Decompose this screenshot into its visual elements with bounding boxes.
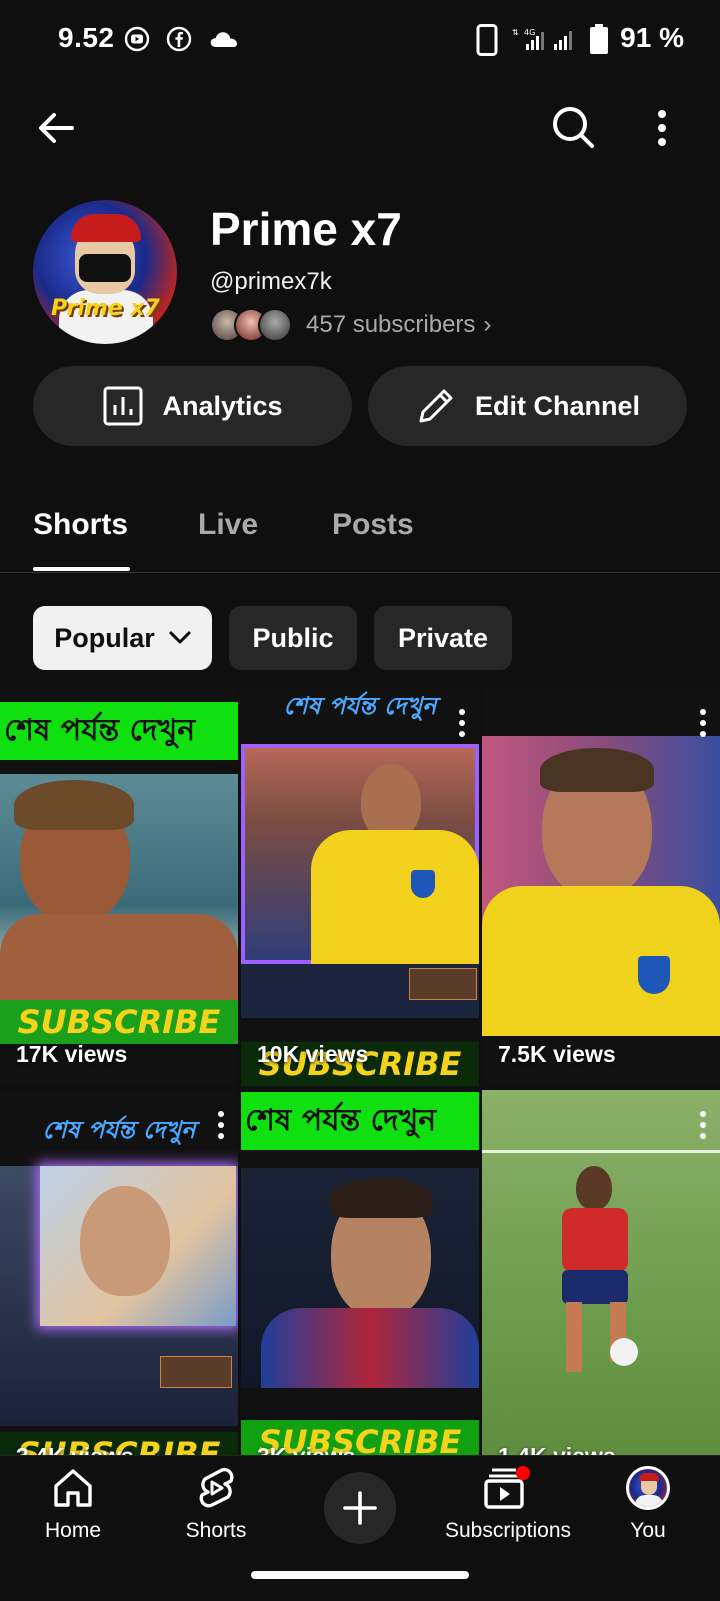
channel-handle: @primex7k bbox=[210, 268, 332, 295]
short-thumbnail[interactable]: শেষ পর্যন্ত দেখুন SUBSCRIBE 10K views bbox=[241, 688, 479, 1086]
thumbnail-image bbox=[0, 774, 238, 1004]
tabs-divider bbox=[0, 572, 720, 573]
subscriptions-icon bbox=[484, 1466, 530, 1509]
svg-text:4G: 4G bbox=[524, 28, 535, 37]
thumbnail-image bbox=[482, 736, 720, 1036]
edit-channel-button[interactable]: Edit Channel bbox=[368, 366, 687, 446]
analytics-label: Analytics bbox=[162, 390, 283, 421]
tab-shorts[interactable]: Shorts bbox=[33, 508, 128, 542]
svg-text:⇅: ⇅ bbox=[512, 28, 519, 37]
nav-subscriptions-label: Subscriptions bbox=[444, 1519, 572, 1542]
thumbnail-banner: শেষ পর্যন্ত দেখুন bbox=[283, 692, 437, 720]
tab-live[interactable]: Live bbox=[198, 508, 258, 542]
pencil-icon bbox=[419, 389, 453, 423]
view-count: 10K views bbox=[257, 1041, 369, 1067]
short-thumbnail[interactable]: 7.5K views bbox=[482, 688, 720, 1086]
nav-you[interactable]: You bbox=[578, 1466, 718, 1543]
create-button[interactable] bbox=[324, 1472, 396, 1544]
edit-channel-label: Edit Channel bbox=[474, 390, 640, 421]
more-options-icon[interactable] bbox=[457, 708, 467, 738]
channel-avatar[interactable]: Prime x7 bbox=[33, 200, 177, 344]
create-icon bbox=[343, 1491, 377, 1525]
view-count: 7.5K views bbox=[498, 1041, 616, 1067]
status-bar: 9.52 ⇅ 4G 91 % bbox=[0, 0, 720, 80]
chip-popular-label: Popular bbox=[54, 622, 155, 653]
more-options-icon[interactable] bbox=[216, 1110, 226, 1140]
nav-you-label: You bbox=[630, 1519, 666, 1542]
thumbnail-image bbox=[0, 1166, 238, 1426]
more-options-icon[interactable] bbox=[698, 708, 708, 738]
battery-icon bbox=[590, 24, 608, 54]
nav-subscriptions[interactable]: Subscriptions bbox=[438, 1466, 578, 1543]
cloud-icon bbox=[210, 32, 237, 47]
subscribers-link[interactable]: 457 subscribers › bbox=[210, 308, 492, 342]
signal-4g-icon: ⇅ 4G bbox=[512, 28, 544, 50]
home-icon bbox=[54, 1469, 92, 1507]
short-thumbnail[interactable]: শেষ পর্যন্ত দেখুন SUBSCRIBE 3.4K views bbox=[0, 1090, 238, 1488]
subscriber-avatar bbox=[258, 308, 292, 342]
thumbnail-overlay-text: SUBSCRIBE bbox=[0, 1000, 238, 1044]
back-arrow-icon[interactable] bbox=[34, 106, 78, 150]
phone-vibrate-icon bbox=[476, 24, 498, 56]
active-tab-indicator bbox=[33, 567, 130, 571]
nav-home[interactable]: Home bbox=[3, 1466, 143, 1543]
analytics-button[interactable]: Analytics bbox=[33, 366, 352, 446]
thumbnail-banner: শেষ পর্যন্ত দেখুন bbox=[0, 702, 238, 760]
more-options-icon[interactable] bbox=[698, 1110, 708, 1140]
nav-shorts-label: Shorts bbox=[185, 1519, 247, 1542]
chip-public[interactable]: Public bbox=[229, 606, 357, 670]
short-thumbnail[interactable]: শেষ পর্যন্ত দেখুন SUBSCRIBE 17K views bbox=[0, 688, 238, 1086]
search-icon[interactable] bbox=[550, 104, 596, 150]
avatar bbox=[626, 1466, 670, 1510]
subscriber-count: 457 subscribers bbox=[306, 311, 476, 338]
nav-home-label: Home bbox=[44, 1519, 102, 1542]
chevron-right-icon: › bbox=[483, 311, 492, 338]
tab-posts[interactable]: Posts bbox=[332, 508, 414, 542]
short-thumbnail[interactable]: শেষ পর্যন্ত দেখুন SUBSCRIBE 3K views bbox=[241, 1090, 479, 1488]
thumbnail-banner: শেষ পর্যন্ত দেখুন bbox=[241, 1092, 479, 1150]
bottom-navigation: Home Shorts Subscriptions You bbox=[0, 1455, 720, 1601]
facebook-notification-icon bbox=[166, 26, 192, 52]
short-thumbnail[interactable]: 1.4K views bbox=[482, 1090, 720, 1488]
chip-private[interactable]: Private bbox=[374, 606, 512, 670]
thumbnail-banner: শেষ পর্যন্ত দেখুন bbox=[42, 1116, 196, 1144]
chip-popular[interactable]: Popular bbox=[33, 606, 212, 670]
battery-level: 91 % bbox=[620, 22, 684, 53]
shorts-icon bbox=[199, 1467, 234, 1508]
thumbnail-image bbox=[241, 1168, 479, 1388]
chevron-down-icon bbox=[169, 631, 191, 644]
status-time: 9.52 bbox=[58, 22, 115, 53]
nav-shorts[interactable]: Shorts bbox=[146, 1466, 286, 1543]
channel-name: Prime x7 bbox=[210, 203, 402, 255]
notification-dot bbox=[516, 1466, 530, 1480]
thumbnail-image bbox=[482, 1090, 720, 1488]
youtube-notification-icon bbox=[124, 26, 150, 52]
view-count: 17K views bbox=[16, 1041, 128, 1067]
analytics-icon bbox=[103, 386, 143, 426]
signal-icon bbox=[554, 31, 572, 50]
thumbnail-image bbox=[241, 744, 479, 964]
home-indicator[interactable] bbox=[251, 1571, 469, 1579]
more-options-icon[interactable] bbox=[652, 108, 672, 148]
avatar-logo-text: Prime x7 bbox=[51, 296, 160, 321]
